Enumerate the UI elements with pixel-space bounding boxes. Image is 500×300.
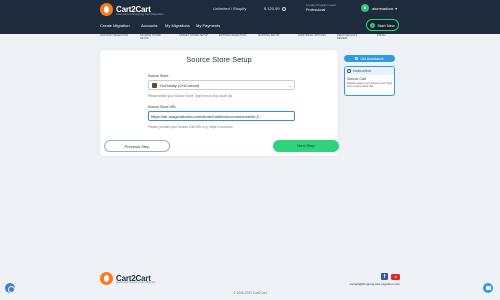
user-name: alumnadora xyxy=(372,5,394,11)
step-additional-options[interactable]: ADDITIONAL OPTIONS xyxy=(298,34,328,38)
loyalty-value: Professional xyxy=(306,7,326,12)
help-icon[interactable] xyxy=(281,6,286,11)
step-demo-results-review[interactable]: DEMO RESULTS REVIEW xyxy=(337,34,367,41)
top-header: Cart2Cart Automated Shopping Cart Migrat… xyxy=(0,0,500,34)
chevron-down-icon: ⌄ xyxy=(288,83,292,88)
instruction-body: Please select your Source Cart Type from… xyxy=(347,81,393,89)
credits-balance[interactable]: $ 120.99 xyxy=(264,6,286,11)
chevron-down-icon: ▾ xyxy=(395,5,398,11)
footer-logo[interactable]: Cart2Cart Automated Shopping Cart Migrat… xyxy=(100,272,156,285)
facebook-icon[interactable]: f xyxy=(381,273,388,280)
youtube-icon[interactable] xyxy=(391,274,400,280)
plus-icon: + xyxy=(370,22,376,28)
previous-step-button[interactable]: Previous Step xyxy=(104,140,170,152)
source-store-select[interactable]: GoDaddy (OnCurrent) ⌄ xyxy=(148,80,295,90)
nav-create-migration[interactable]: Create Migration xyxy=(100,23,130,28)
step-account-selection[interactable]: ACCOUNT SELECTION xyxy=(100,34,130,38)
source-store-label: Source Store xyxy=(148,74,169,78)
nav-accounts[interactable]: Accounts xyxy=(141,23,157,28)
get-assistance-label: Get Assistance xyxy=(360,56,384,61)
step-mapping-setup[interactable]: MAPPING SETUP xyxy=(258,34,288,38)
user-menu[interactable]: a alumnadora ▾ xyxy=(361,4,397,12)
migration-steps: ACCOUNT SELECTION SOURCE STORE SETUP TAR… xyxy=(100,34,400,44)
instruction-header[interactable]: Instruction xyxy=(345,67,394,75)
contact-email[interactable]: contact@shopping-cart-migration.com xyxy=(326,282,400,286)
source-url-input[interactable]: https://air-magicalkorea.com/store/hotel… xyxy=(148,111,295,121)
step-entities-selection[interactable]: ENTITIES SELECTION xyxy=(219,34,249,38)
source-url-label: Source Store URL xyxy=(148,105,177,109)
loyalty-level[interactable]: Loyalty Program Level Professional xyxy=(306,3,336,12)
chat-icon[interactable] xyxy=(483,283,493,293)
cart2cart-logo-icon xyxy=(100,3,113,16)
source-store-hint: Please select your Source Store Type fro… xyxy=(148,94,233,98)
credits-value: $ 120.99 xyxy=(264,6,280,11)
logo-tagline: Automated Shopping Cart Migration xyxy=(116,12,164,16)
next-step-button[interactable]: Next Step xyxy=(273,140,339,152)
step-target-store-setup[interactable]: TARGET STORE SETUP xyxy=(179,34,209,38)
avatar: a xyxy=(361,4,369,12)
page-title: Source Store Setup xyxy=(186,55,252,64)
source-store-value: GoDaddy (OnCurrent) xyxy=(160,82,200,88)
source-url-hint: Please, provide your Source Cart URL e.g… xyxy=(148,125,233,129)
instruction-title: Instruction xyxy=(352,68,371,73)
nav-my-payments[interactable]: My Payments xyxy=(196,23,220,28)
start-new-button[interactable]: + Start New xyxy=(366,19,399,31)
info-icon xyxy=(347,69,351,73)
copyright: © 2006-2021 Cart2Cart xyxy=(233,291,267,295)
nav-my-migrations[interactable]: My Migrations xyxy=(165,23,190,28)
headset-icon xyxy=(355,57,359,60)
package-link[interactable]: Unlimited / Shopify xyxy=(213,6,246,11)
instruction-panel: Instruction Source Cart Please select yo… xyxy=(344,66,395,96)
step-source-store-setup[interactable]: SOURCE STORE SETUP xyxy=(140,34,170,41)
cart2cart-logo-icon xyxy=(100,272,113,285)
start-new-label: Start New xyxy=(377,22,395,28)
footer-logo-tagline: Automated Shopping Cart Migration xyxy=(116,281,156,284)
step-finish[interactable]: FINISH xyxy=(377,34,407,38)
godaddy-icon xyxy=(152,82,157,88)
loyalty-label: Loyalty Program Level xyxy=(306,3,336,7)
get-assistance-button[interactable]: Get Assistance xyxy=(344,55,395,62)
